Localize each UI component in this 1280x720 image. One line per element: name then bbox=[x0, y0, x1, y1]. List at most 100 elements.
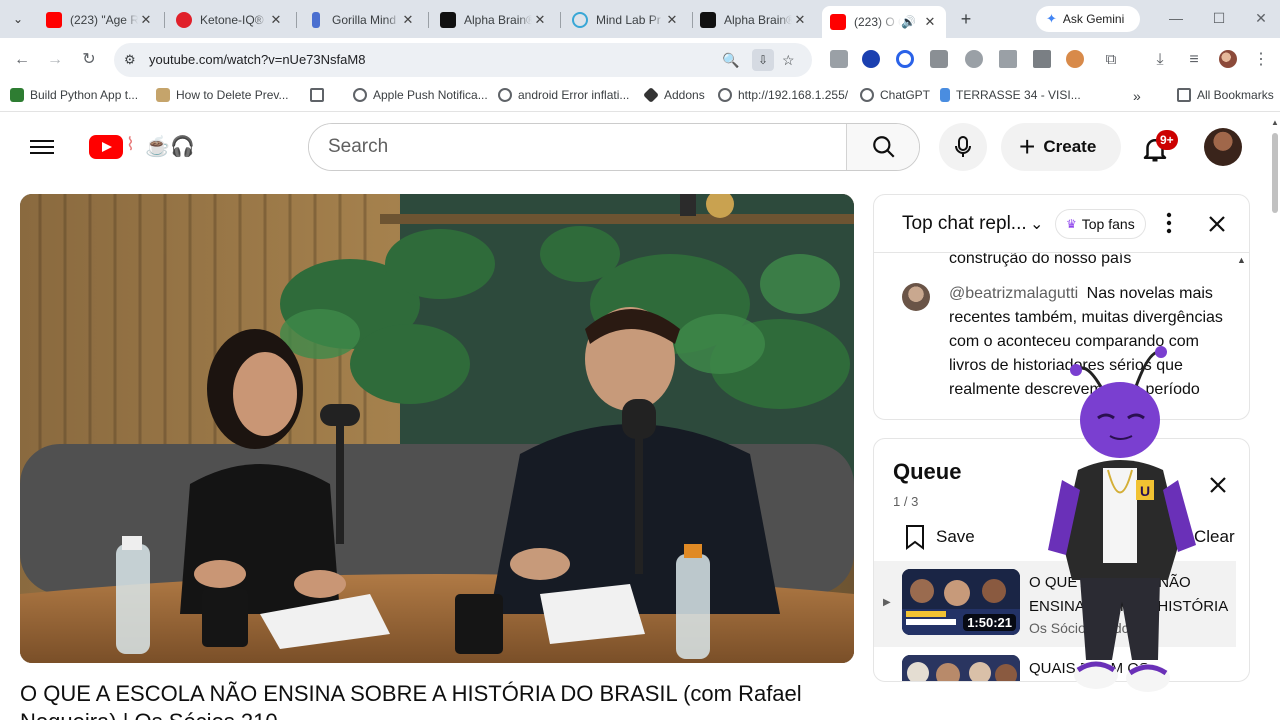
bookmarks-overflow-chevron[interactable]: » bbox=[1133, 88, 1141, 104]
browser-tab[interactable]: Mind Lab Pr ✕ bbox=[564, 6, 688, 34]
back-icon[interactable]: ← bbox=[11, 49, 33, 71]
new-tab-button[interactable]: + bbox=[955, 8, 977, 30]
close-tab-icon[interactable]: ✕ bbox=[400, 12, 416, 28]
top-fans-label: Top fans bbox=[1081, 216, 1135, 232]
media-controls-icon[interactable]: ≡ bbox=[1183, 49, 1205, 71]
check-bookmark-icon bbox=[10, 88, 24, 102]
bookmark-item[interactable]: Apple Push Notifica... bbox=[353, 88, 488, 102]
scroll-up-arrow-icon[interactable]: ▲ bbox=[1237, 255, 1246, 265]
account-avatar[interactable] bbox=[1204, 128, 1242, 166]
install-app-icon[interactable]: ⇩ bbox=[752, 49, 774, 71]
bookmark-item[interactable]: http://192.168.1.255/ bbox=[718, 88, 848, 102]
maximize-icon[interactable]: ☐ bbox=[1209, 10, 1229, 27]
video-player[interactable] bbox=[20, 194, 854, 663]
chat-author-name[interactable]: @beatrizmalagutti bbox=[949, 285, 1078, 302]
all-bookmarks-button[interactable]: All Bookmarks bbox=[1177, 88, 1274, 102]
search-button[interactable] bbox=[846, 124, 919, 170]
browser-tab[interactable]: Alpha Brain® ✕ bbox=[432, 6, 556, 34]
extension-icon[interactable] bbox=[830, 50, 848, 68]
bookmark-label: Apple Push Notifica... bbox=[373, 88, 488, 102]
close-window-icon[interactable]: ✕ bbox=[1251, 10, 1271, 27]
ask-gemini-button[interactable]: ✦ Ask Gemini bbox=[1036, 6, 1140, 32]
tab-separator bbox=[164, 12, 165, 28]
queue-thumbnail[interactable] bbox=[902, 655, 1020, 681]
tab-label: (223) "Age R bbox=[70, 13, 138, 27]
cookie-extension-icon[interactable] bbox=[1066, 50, 1084, 68]
url-text[interactable]: youtube.com/watch?v=nUe73NsfaM8 bbox=[149, 52, 365, 67]
extensions-puzzle-icon[interactable]: ⧉ bbox=[1100, 49, 1122, 71]
address-bar[interactable]: ⚙ youtube.com/watch?v=nUe73NsfaM8 🔍 ⇩ ☆ bbox=[114, 43, 812, 77]
grid-icon bbox=[310, 88, 324, 102]
tab-label: Alpha Brain® bbox=[464, 13, 532, 27]
bookmark-label: android Error inflati... bbox=[518, 88, 630, 102]
queue-count: 1 / 3 bbox=[893, 494, 919, 509]
bookmark-item[interactable]: ChatGPT bbox=[860, 88, 930, 102]
more-options-icon[interactable] bbox=[1164, 211, 1174, 235]
browser-tab[interactable]: Alpha Brain® ✕ bbox=[692, 6, 816, 34]
guide-menu-icon[interactable] bbox=[30, 136, 54, 160]
close-tab-icon[interactable]: ✕ bbox=[792, 12, 808, 28]
scroll-up-arrow-icon[interactable]: ▲ bbox=[1271, 118, 1279, 127]
reload-icon[interactable]: ↻ bbox=[78, 49, 100, 71]
search-icon bbox=[873, 136, 895, 158]
shield-extension-icon[interactable] bbox=[862, 50, 880, 68]
bookmark-item[interactable]: Addons bbox=[643, 87, 705, 103]
chat-author-avatar[interactable] bbox=[902, 283, 930, 311]
save-label: Save bbox=[936, 527, 975, 546]
youtube-logo[interactable] bbox=[89, 135, 123, 159]
zoom-icon[interactable]: 🔍 bbox=[722, 52, 739, 69]
audio-playing-icon[interactable]: 🔊 bbox=[901, 15, 916, 29]
chevron-down-icon[interactable]: ⌄ bbox=[1030, 214, 1043, 234]
scrollbar-thumb[interactable] bbox=[1272, 133, 1278, 213]
tab-separator bbox=[428, 12, 429, 28]
bookmark-star-icon[interactable]: ☆ bbox=[782, 52, 795, 69]
svg-text:U: U bbox=[1140, 483, 1150, 499]
ask-gemini-label: Ask Gemini bbox=[1062, 12, 1125, 26]
bookmark-item[interactable]: TERRASSE 34 - VISI... bbox=[940, 88, 1081, 102]
circle-extension-icon[interactable] bbox=[896, 50, 914, 68]
browser-tab[interactable]: (223) "Age R ✕ bbox=[38, 6, 162, 34]
queue-thumbnail[interactable]: 1:50:21 bbox=[902, 569, 1020, 635]
apps-grid-icon[interactable] bbox=[310, 88, 330, 102]
bookmark-item[interactable]: android Error inflati... bbox=[498, 88, 629, 102]
close-icon[interactable] bbox=[1206, 473, 1230, 497]
browser-tab-active[interactable]: (223) O QUE 🔊 ✕ bbox=[822, 6, 946, 38]
chat-mode-dropdown[interactable]: Top chat repl... bbox=[902, 213, 1027, 235]
browser-tab[interactable]: Gorilla Mind ✕ bbox=[300, 6, 424, 34]
qr-code-icon[interactable] bbox=[1033, 50, 1051, 68]
shield-outline-icon[interactable] bbox=[965, 50, 983, 68]
tab-separator bbox=[560, 12, 561, 28]
close-tab-icon[interactable]: ✕ bbox=[268, 12, 284, 28]
chat-header: Top chat repl... ⌄ ♛ Top fans bbox=[874, 195, 1249, 253]
close-tab-icon[interactable]: ✕ bbox=[664, 12, 680, 28]
close-tab-icon[interactable]: ✕ bbox=[922, 14, 938, 30]
search-box bbox=[308, 123, 920, 171]
close-tab-icon[interactable]: ✕ bbox=[532, 12, 548, 28]
create-button[interactable]: + Create bbox=[1001, 123, 1121, 171]
thumbnail-image bbox=[902, 655, 1020, 681]
clear-queue-button[interactable]: Clear bbox=[1194, 527, 1235, 547]
downloads-icon[interactable]: ⤓ bbox=[1149, 49, 1171, 71]
bookmark-item[interactable]: Build Python App t... bbox=[10, 88, 138, 102]
site-info-icon[interactable]: ⚙ bbox=[124, 52, 136, 68]
close-icon[interactable] bbox=[1205, 212, 1229, 236]
profile-avatar-icon[interactable] bbox=[1219, 50, 1237, 68]
extension-icon[interactable] bbox=[930, 50, 948, 68]
search-input[interactable] bbox=[309, 124, 846, 170]
tab-search-chevron-icon[interactable]: ⌄ bbox=[6, 8, 30, 30]
extension-icon[interactable] bbox=[999, 50, 1017, 68]
top-fans-button[interactable]: ♛ Top fans bbox=[1055, 209, 1146, 239]
save-queue-button[interactable]: Save bbox=[904, 523, 975, 551]
chrome-menu-icon[interactable]: ⋮ bbox=[1250, 49, 1272, 71]
page-scrollbar[interactable]: ▲ bbox=[1270, 113, 1280, 720]
minimize-icon[interactable]: — bbox=[1166, 10, 1186, 26]
notifications-badge: 9+ bbox=[1156, 130, 1178, 150]
queue-title: Queue bbox=[893, 459, 962, 484]
close-tab-icon[interactable]: ✕ bbox=[138, 12, 154, 28]
bookmark-label: Build Python App t... bbox=[30, 88, 139, 102]
bookmark-item[interactable]: How to Delete Prev... bbox=[156, 88, 289, 102]
browser-tab[interactable]: Ketone-IQ® ✕ bbox=[168, 6, 292, 34]
forward-icon[interactable]: → bbox=[44, 49, 66, 71]
youtube-favicon-icon bbox=[830, 14, 846, 30]
voice-search-button[interactable] bbox=[939, 123, 987, 171]
